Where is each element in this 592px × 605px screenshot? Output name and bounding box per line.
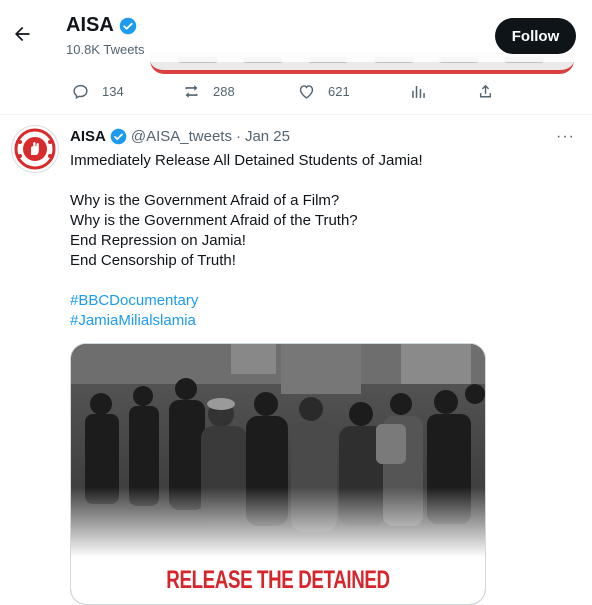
hashtag-link[interactable]: #JamiaMilialslamia — [70, 311, 570, 331]
tweet-text: Immediately Release All Detained Student… — [70, 151, 570, 331]
reply-icon — [73, 84, 88, 100]
reply-count: 134 — [102, 84, 124, 99]
analytics-action[interactable] — [409, 82, 428, 101]
page-title: AISA — [66, 14, 114, 36]
tweet-header: AISA @AISA_tweets · Jan 25 — [70, 128, 290, 145]
tweet-line: Immediately Release All Detained Student… — [70, 152, 423, 169]
aisa-logo-icon — [13, 127, 57, 171]
tweet-count: 10.8K Tweets — [66, 42, 145, 57]
tweet-line: Why is the Government Afraid of the Trut… — [70, 212, 358, 229]
media-caption: RELEASE THE DETAINED — [166, 566, 390, 594]
more-options-icon[interactable]: ··· — [556, 128, 575, 146]
reply-action[interactable]: 134 — [71, 82, 124, 101]
tweet-line: End Censorship of Truth! — [70, 252, 236, 269]
retweet-count: 288 — [213, 84, 235, 99]
tweet-date[interactable]: Jan 25 — [245, 128, 290, 145]
retweet-action[interactable]: 288 — [182, 82, 235, 101]
protest-photo-image — [71, 344, 485, 604]
previous-tweet-actions: 134 288 621 — [0, 82, 592, 106]
tweet-line: Why is the Government Afraid of a Film? — [70, 192, 340, 209]
avatar[interactable] — [11, 125, 59, 173]
hashtag-link[interactable]: #BBCDocumentary — [70, 291, 570, 311]
arrow-left-icon — [15, 26, 30, 42]
back-button[interactable] — [12, 24, 32, 48]
follow-button[interactable]: Follow — [495, 18, 576, 54]
analytics-icon — [412, 85, 425, 98]
tweet-line: End Repression on Jamia! — [70, 232, 246, 249]
share-icon — [479, 84, 492, 98]
heart-icon — [299, 85, 314, 99]
meta-separator: · — [235, 128, 241, 145]
tweet-divider — [0, 114, 592, 115]
verified-badge-icon — [119, 17, 137, 34]
profile-header: AISA 10.8K Tweets Follow — [0, 0, 592, 62]
like-count: 621 — [328, 84, 350, 99]
author-handle[interactable]: @AISA_tweets — [131, 128, 232, 145]
like-action[interactable]: 621 — [297, 82, 350, 101]
tweet-media-image[interactable]: RELEASE THE DETAINED — [70, 343, 486, 605]
share-action[interactable] — [476, 82, 495, 101]
retweet-icon — [185, 85, 198, 98]
verified-badge-icon — [110, 128, 127, 145]
author-name[interactable]: AISA — [70, 128, 106, 145]
title-row: AISA — [66, 14, 137, 37]
